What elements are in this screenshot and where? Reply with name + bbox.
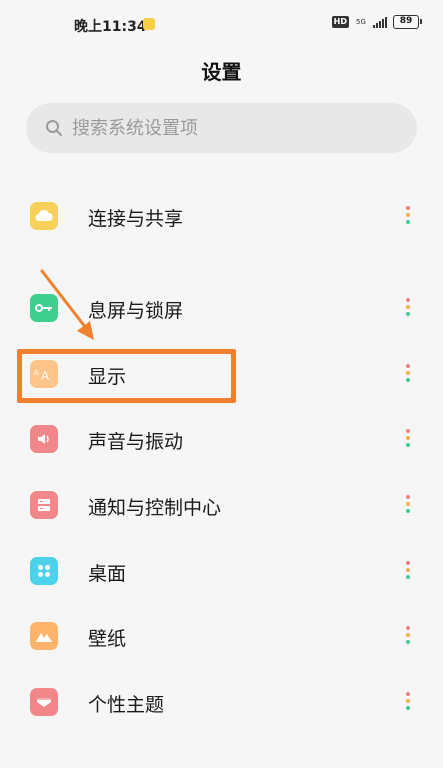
highlight-box [17,349,236,403]
more-dots-icon [406,364,410,386]
search-icon [46,120,62,136]
settings-item-wallpaper[interactable]: 壁纸 [0,612,443,660]
more-dots-icon [406,626,410,648]
settings-item-label: 连接与共享 [88,208,184,230]
settings-item-label: 壁纸 [88,628,127,650]
mountain-icon [30,622,58,650]
more-dots-icon [406,298,410,320]
page-title: 设置 [201,60,242,84]
hd-icon: HD [331,16,349,28]
settings-item-label: 桌面 [88,563,127,585]
search-bar[interactable] [26,103,417,153]
settings-item-lockscreen[interactable]: 息屏与锁屏 [0,284,443,332]
settings-item-label: 个性主题 [88,694,165,716]
signal-icon [373,16,387,28]
theme-icon [30,688,58,716]
speaker-icon [30,425,58,453]
status-indicators: HD 5G 89 [331,15,422,29]
battery-icon: 89 [393,15,422,29]
status-bar: 晚上11:34 HD 5G 89 [0,0,443,48]
more-dots-icon [406,561,410,583]
cloud-icon [30,202,58,230]
settings-item-sound[interactable]: 声音与振动 [0,415,443,463]
settings-item-desktop[interactable]: 桌面 [0,547,443,595]
more-dots-icon [406,429,410,451]
settings-item-notification[interactable]: 通知与控制中心 [0,481,443,529]
key-icon [30,294,58,322]
settings-item-connection[interactable]: 连接与共享 [0,192,443,240]
more-dots-icon [406,206,410,228]
settings-item-label: 声音与振动 [88,431,184,453]
more-dots-icon [406,495,410,517]
settings-item-label: 息屏与锁屏 [88,300,184,322]
network-type: 5G [356,17,366,26]
grid-icon [30,557,58,585]
settings-screen: 晚上11:34 HD 5G 89 设置 连接与共享 息屏与锁屏 [0,0,443,768]
settings-item-theme[interactable]: 个性主题 [0,678,443,726]
search-input[interactable] [72,117,392,139]
weather-icon [143,18,155,30]
more-dots-icon [406,692,410,714]
status-time: 晚上11:34 [74,19,147,35]
notification-icon [30,491,58,519]
settings-item-label: 通知与控制中心 [88,497,222,519]
